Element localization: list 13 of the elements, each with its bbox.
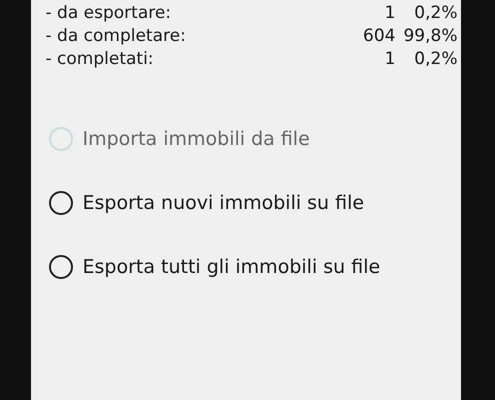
stat-count: 1	[384, 2, 396, 22]
radio-button[interactable]	[48, 191, 72, 215]
stat-label: - da esportare:	[46, 2, 172, 22]
stat-percent: 99,8%	[402, 26, 458, 46]
stat-percent: 0,2%	[413, 48, 458, 68]
stat-count: 604	[362, 26, 396, 46]
stat-label: - completati:	[46, 48, 155, 68]
option-label[interactable]: Esporta tutti gli immobili su file	[82, 256, 380, 278]
stat-label: - da completare:	[46, 26, 187, 46]
radio-button[interactable]	[48, 255, 72, 279]
stat-percent: 0,2%	[413, 2, 458, 22]
stat-count: 1	[384, 48, 396, 68]
option-label[interactable]: Esporta nuovi immobili su file	[82, 192, 364, 214]
